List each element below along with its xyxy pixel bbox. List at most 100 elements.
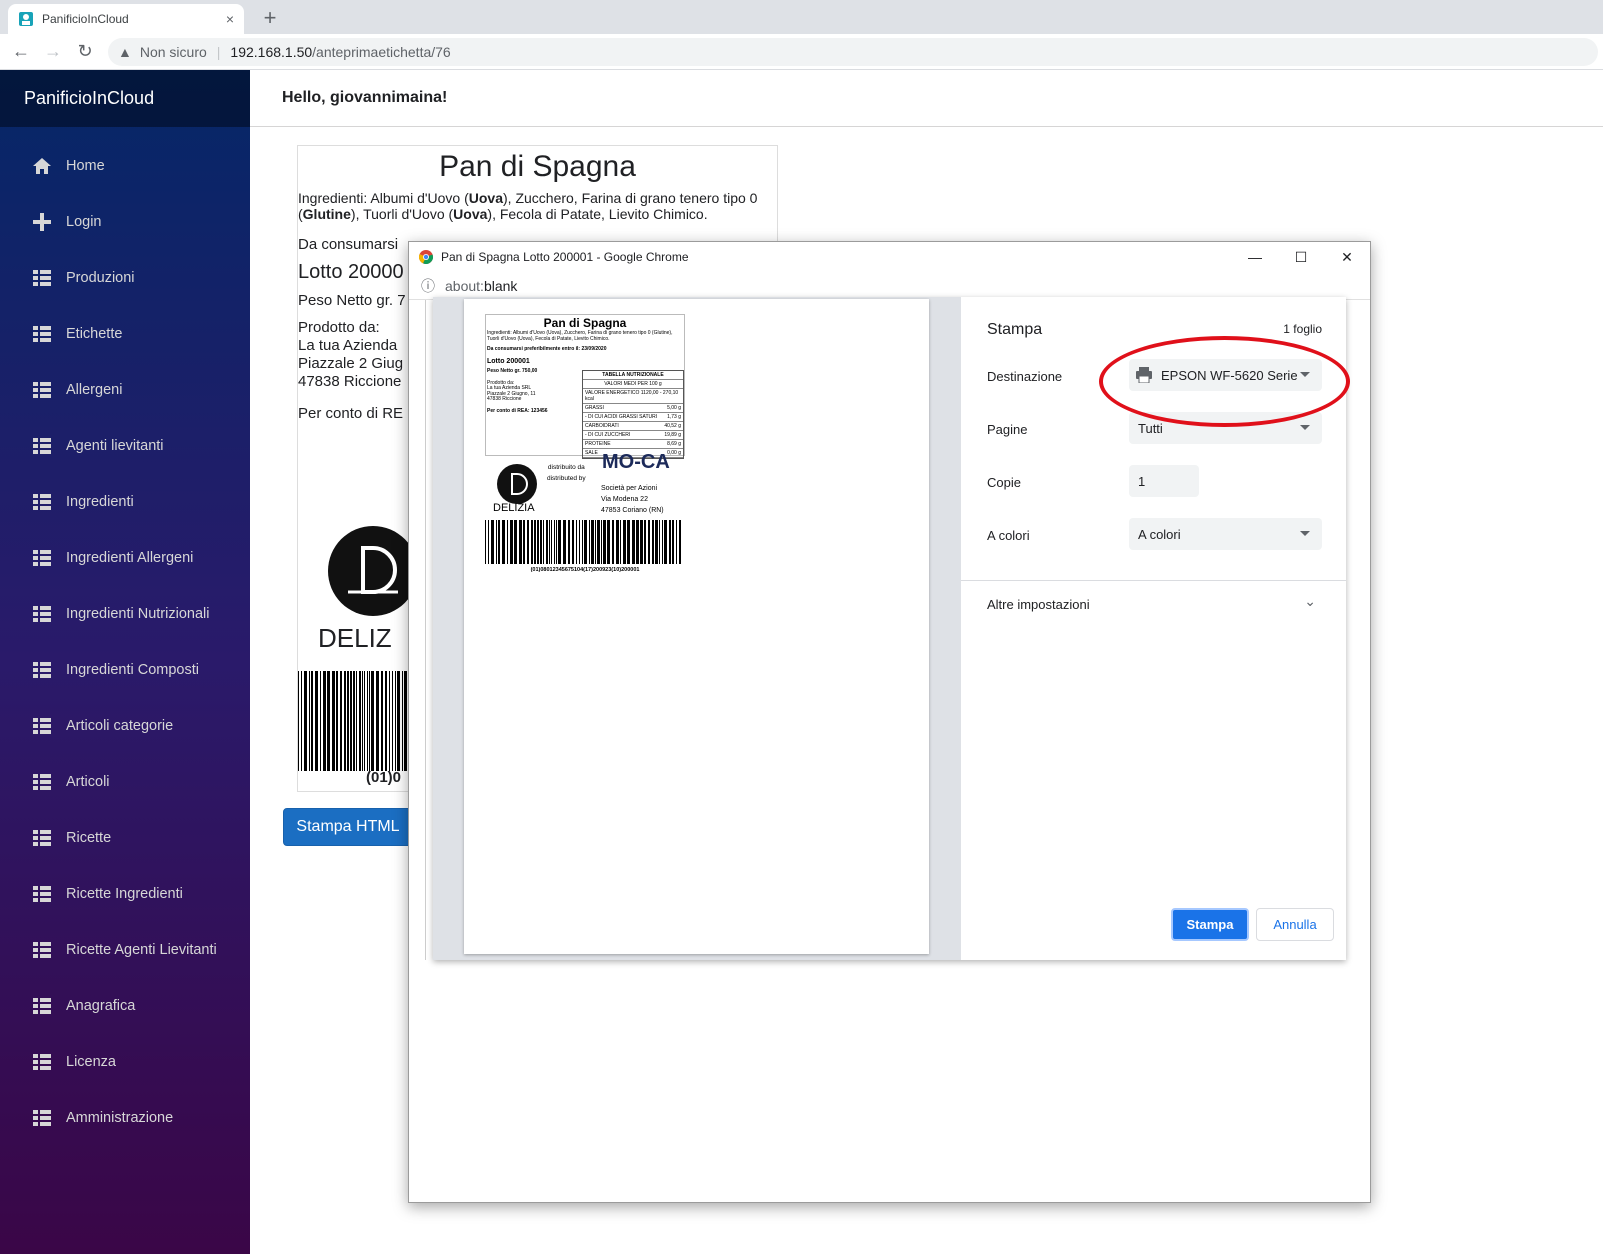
ingredients-text: ), Fecola di Patate, Lievito Chimico. [487, 206, 708, 222]
chrome-icon [419, 250, 433, 264]
destination-label: Destinazione [987, 369, 1063, 384]
color-select[interactable]: A colori [1129, 518, 1322, 550]
sidebar-item-login[interactable]: Login [0, 194, 250, 250]
list-icon [32, 492, 52, 512]
mini-distributed-line: distributed by [547, 475, 586, 482]
reload-icon[interactable]: ↻ [74, 41, 96, 62]
nutrition-header: TABELLA NUTRIZIONALE [583, 371, 683, 380]
sidebar-item-label: Produzioni [66, 270, 135, 286]
list-icon [32, 660, 52, 680]
sidebar-item-label: Etichette [66, 326, 123, 342]
list-icon [32, 828, 52, 848]
list-icon [32, 268, 52, 288]
list-icon [32, 436, 52, 456]
address-page: blank [483, 277, 518, 294]
sidebar-item-label: Ingredienti [66, 494, 134, 510]
mini-logo-right: MO-CA [602, 451, 670, 473]
allergen: Glutine [302, 206, 351, 222]
mini-barcode-text: (01)08012345675104(17)200923(10)200001 [530, 566, 640, 573]
copies-input[interactable]: 1 [1129, 465, 1199, 497]
nutrition-row: PROTEINE 8,69 g [583, 441, 683, 449]
sidebar-item-label: Articoli categorie [66, 718, 174, 734]
favicon-icon [19, 12, 33, 26]
close-icon[interactable]: ✕ [1324, 249, 1370, 266]
sidebar-item-produzioni[interactable]: Produzioni [0, 250, 250, 306]
sidebar-item-agenti-lievitanti[interactable]: Agenti lievitanti [0, 418, 250, 474]
ingredients-text: ), Tuorli d'Uovo ( [350, 206, 454, 222]
sidebar-item-label: Login [66, 214, 102, 230]
sidebar-item-label: Ingredienti Nutrizionali [66, 606, 210, 622]
address-bar[interactable]: ▲ Non sicuro | 192.168.1.50/anteprimaeti… [108, 38, 1598, 66]
chevron-down-icon [1300, 425, 1310, 430]
preview-sheet: Pan di Spagna Ingredienti: Albumi d'Uovo… [464, 299, 929, 954]
brand[interactable]: PanificioInCloud [0, 70, 250, 127]
close-tab-icon[interactable]: × [226, 11, 234, 27]
sidebar-item-ingredienti-allergeni[interactable]: Ingredienti Allergeni [0, 530, 250, 586]
mini-company-line: Società per Azioni [601, 485, 658, 492]
label-title: Pan di Spagna [439, 150, 636, 183]
ingredients-text: Ingredienti: Albumi d'Uovo ( [298, 190, 469, 206]
popup-title: Pan di Spagna Lotto 200001 - Google Chro… [441, 250, 689, 264]
print-button[interactable]: Stampa [1171, 908, 1249, 941]
url-path: /anteprimaetichetta/76 [312, 44, 451, 60]
barcode-text: (01)0 [366, 769, 402, 786]
sidebar-item-label: Licenza [66, 1054, 116, 1070]
browser-toolbar: ← → ↻ ▲ Non sicuro | 192.168.1.50/antepr… [0, 34, 1603, 70]
sidebar-item-ingredienti-nutrizionali[interactable]: Ingredienti Nutrizionali [0, 586, 250, 642]
list-icon [32, 604, 52, 624]
browser-tab[interactable]: PanificioInCloud × [8, 4, 244, 34]
expand-chevron-icon[interactable]: ⌄ [1304, 593, 1316, 610]
pages-label: Pagine [987, 422, 1028, 437]
sidebar-item-ricette-agenti-lievitanti[interactable]: Ricette Agenti Lievitanti [0, 922, 250, 978]
list-icon [32, 884, 52, 904]
sidebar-item-ingredienti[interactable]: Ingredienti [0, 474, 250, 530]
sidebar: PanificioInCloud Home Login Produzioni Etic… [0, 70, 250, 1254]
delizia-logo: DELIZ [318, 526, 418, 654]
nav-menu: Home Login Produzioni Etichette Allergeni Age… [0, 127, 250, 1146]
sidebar-item-label: Allergeni [66, 382, 123, 398]
forward-icon[interactable]: → [42, 41, 64, 62]
mini-title: Pan di Spagna [543, 316, 627, 330]
sidebar-item-etichette[interactable]: Etichette [0, 306, 250, 362]
sidebar-item-allergeni[interactable]: Allergeni [0, 362, 250, 418]
mini-ingredients: Ingredienti: Albumi d'Uovo (Uova), Zucch… [487, 330, 673, 342]
color-value: A colori [1138, 526, 1181, 542]
stampa-html-button[interactable]: Stampa HTML [283, 808, 413, 846]
sidebar-item-anagrafica[interactable]: Anagrafica [0, 978, 250, 1034]
popup-address-bar[interactable]: ⓘ about: blank [409, 272, 1370, 300]
url-host: 192.168.1.50 [230, 44, 313, 60]
sidebar-item-home[interactable]: Home [0, 138, 250, 194]
list-icon [32, 380, 52, 400]
greeting: Hello, giovannimaina! [250, 70, 1603, 127]
mini-consumarsi: Da consumarsi preferibilmente entro il: … [487, 346, 607, 352]
cancel-button[interactable]: Annulla [1256, 908, 1334, 941]
sidebar-item-label: Ingredienti Composti [66, 662, 199, 678]
sidebar-item-ricette[interactable]: Ricette [0, 810, 250, 866]
pages-value: Tutti [1138, 420, 1163, 436]
sidebar-item-ingredienti-composti[interactable]: Ingredienti Composti [0, 642, 250, 698]
back-icon[interactable]: ← [10, 41, 32, 62]
mini-logos: DELIZIA distribuito da distributed by MO-… [485, 451, 685, 516]
sidebar-item-label: Anagrafica [66, 998, 136, 1014]
nutrition-row: VALORE ENERGETICO 1120,00 - 270,10 kcal [583, 389, 683, 404]
sidebar-item-licenza[interactable]: Licenza [0, 1034, 250, 1090]
minimize-icon[interactable]: — [1232, 249, 1278, 265]
tab-title: PanificioInCloud [42, 12, 129, 26]
sidebar-item-label: Articoli [66, 774, 110, 790]
sheet-count: 1 foglio [1283, 322, 1322, 336]
sidebar-item-ricette-ingredienti[interactable]: Ricette Ingredienti [0, 866, 250, 922]
maximize-icon[interactable]: ☐ [1278, 249, 1324, 266]
sidebar-item-articoli-categorie[interactable]: Articoli categorie [0, 698, 250, 754]
sidebar-item-amministrazione[interactable]: Amministrazione [0, 1090, 250, 1146]
address-prefix: about: [445, 277, 484, 294]
home-icon [32, 156, 52, 176]
mini-label: Pan di Spagna Ingredienti: Albumi d'Uovo… [485, 314, 685, 574]
mini-distributed-line: distribuito da [547, 464, 585, 471]
color-label: A colori [987, 528, 1030, 543]
sidebar-item-label: Ricette Ingredienti [66, 886, 183, 902]
list-icon [32, 1108, 52, 1128]
more-settings[interactable]: Altre impostazioni [987, 597, 1090, 612]
sidebar-item-articoli[interactable]: Articoli [0, 754, 250, 810]
list-icon [32, 324, 52, 344]
new-tab-icon[interactable]: + [256, 5, 284, 31]
